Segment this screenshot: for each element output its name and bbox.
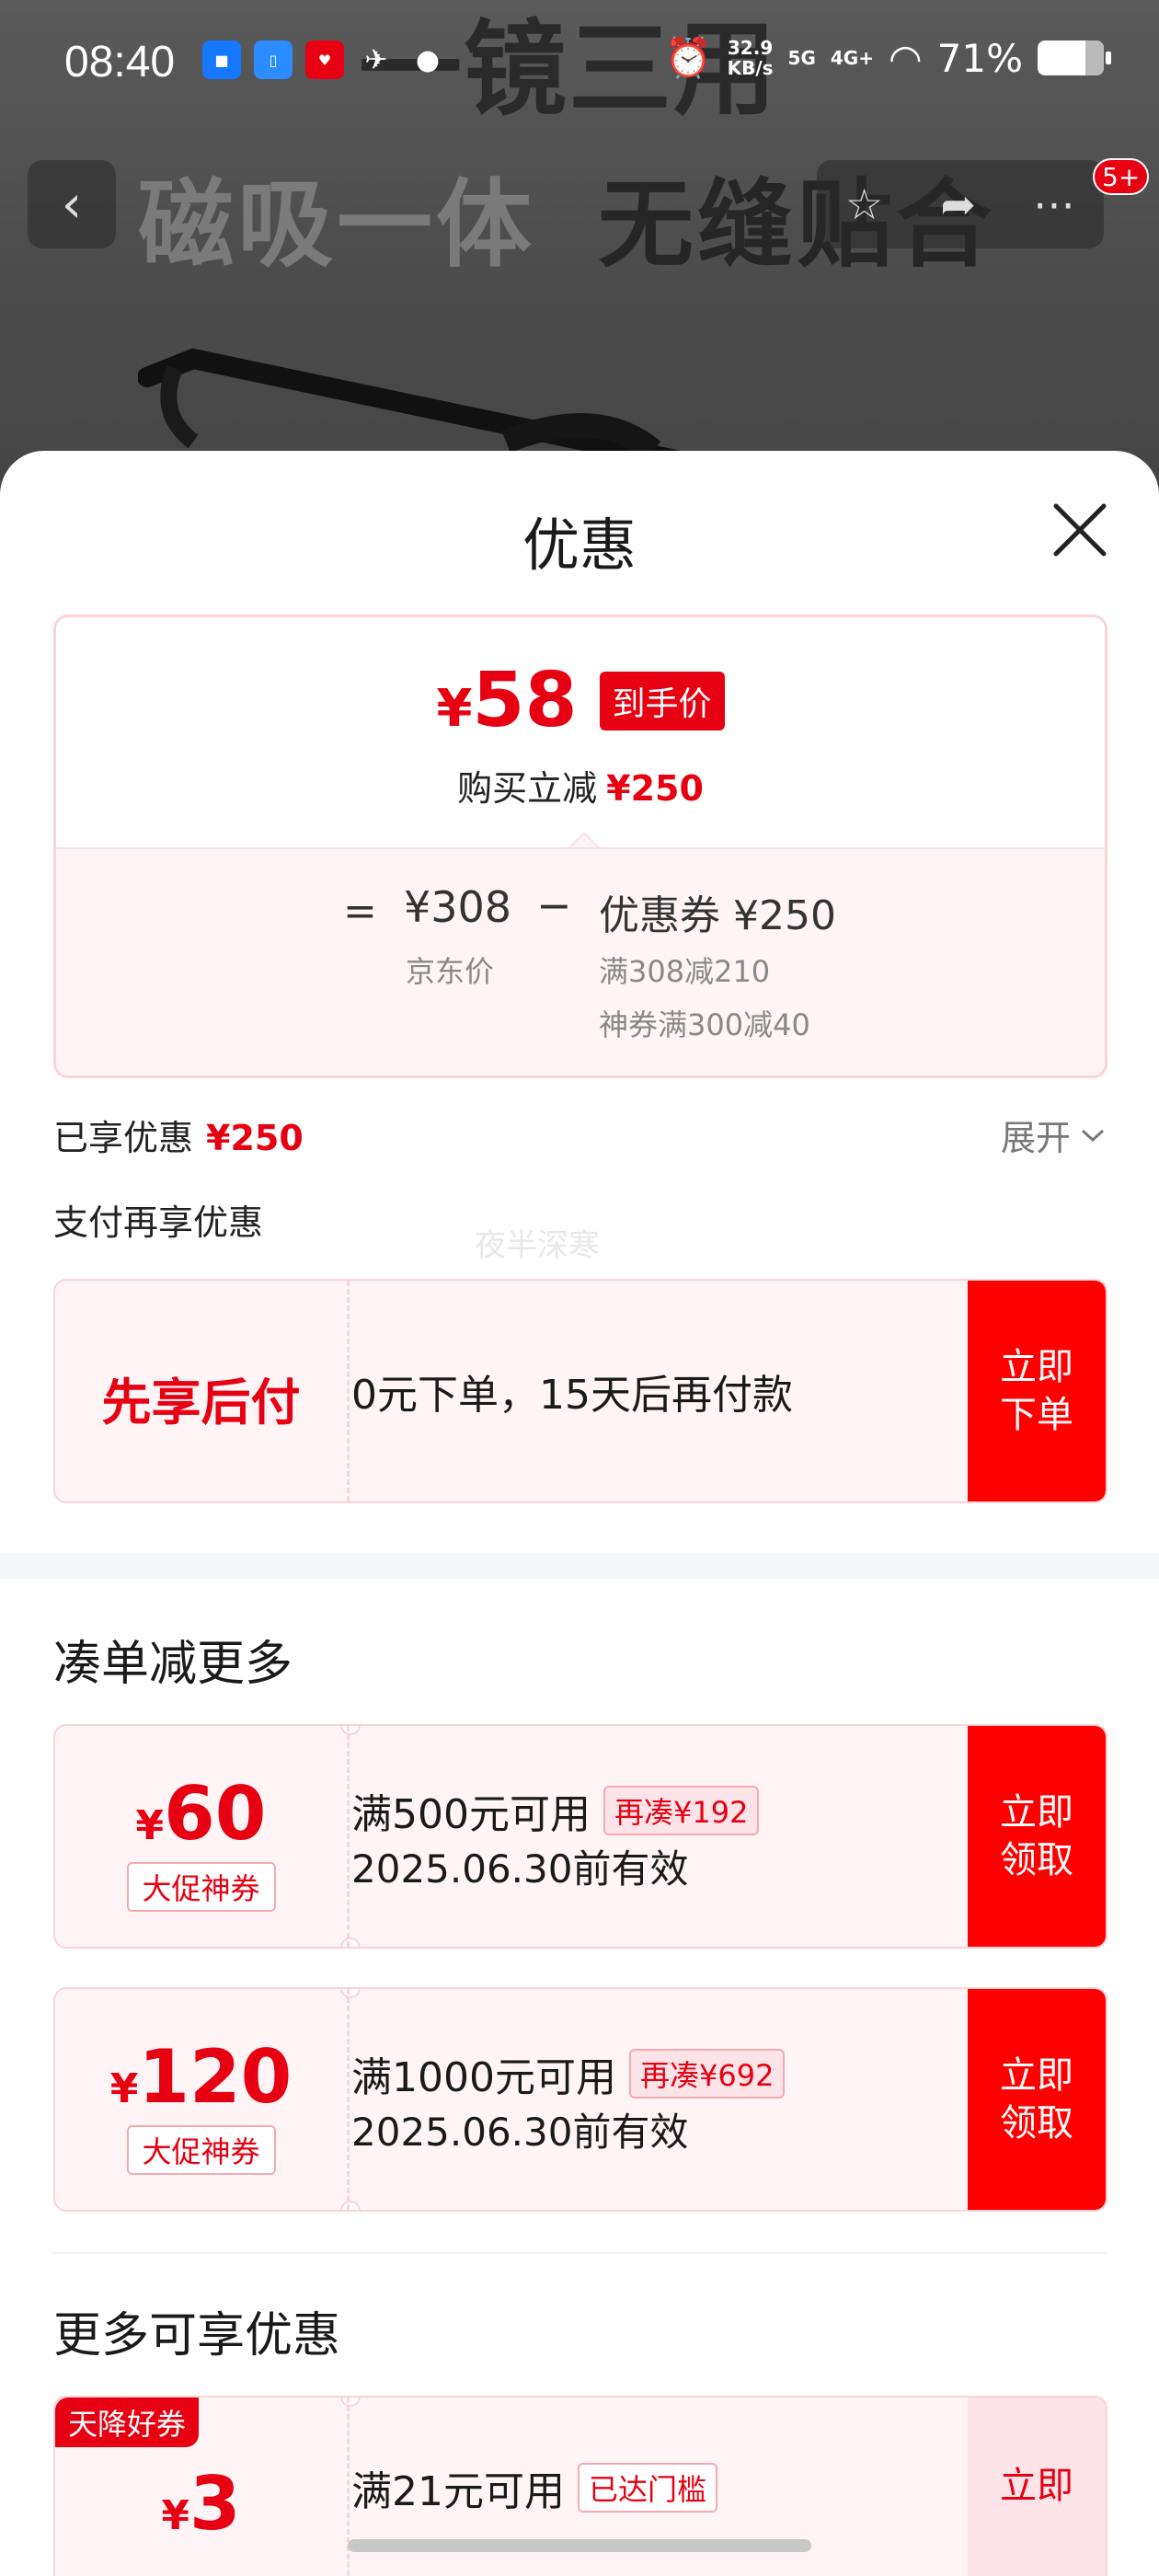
coupon-type: 大促神券 [126,1862,276,1912]
order-now-button[interactable]: 立即下单 [968,1281,1106,1501]
instant-saving: 购买立减 ¥250 [457,768,704,809]
signal-4g-icon: 4G+ [830,47,874,69]
net-speed: 32.9 KB/s [727,37,774,79]
close-icon [1053,503,1107,557]
alarm-icon: ⏰ [664,35,713,80]
bnpl-description: 0元下单，15天后再付款 [351,1372,793,1419]
battery-icon [1038,40,1111,75]
discount-sheet: 优惠 ¥58 到手价 购买立减 ¥250 = ¥308 京东价 − 优惠券 ¥25… [0,451,1159,2576]
section-divider [0,1553,1159,1579]
pay-more-heading: 支付再享优惠 [53,1202,264,1243]
final-price-tag: 到手价 [599,672,725,730]
gift-app-icon: ♥ [305,40,344,79]
threshold-reached-tag: 已达门槛 [578,2463,718,2513]
coupon-amount: ¥3 [161,2461,241,2547]
close-button[interactable] [1049,499,1111,561]
wechat-icon: ● [415,43,441,76]
claim-coupon-button[interactable]: 立即 [968,2398,1106,2576]
claim-coupon-button[interactable]: 立即领取 [968,1726,1106,1947]
coupon-card: ¥120 大促神券 满1000元可用 再凑¥692 2025.06.30前有效 … [53,1987,1107,2212]
divider-line [53,2252,1107,2254]
cart-badge: 5+ [1093,158,1150,195]
phone-app-icon: ▯ [254,40,293,79]
section-heading: 更多可享优惠 [53,2308,341,2363]
more-icon[interactable]: ⋯ [1033,179,1075,229]
watermark: 夜半深寒 [475,1227,600,1264]
bird-app-icon: ✈ [364,43,388,76]
coupon-validity: 2025.06.30前有效 [351,2110,689,2155]
bnpl-card: 先享后付 0元下单，15天后再付款 立即下单 [53,1279,1107,1503]
final-price: ¥58 到手价 [56,663,1105,739]
coupon-condition: 满1000元可用 再凑¥692 [351,2044,786,2103]
product-hero-image: 一镜三用 磁吸一体 无缝贴合 08:40 ■ ▯ ♥ ✈ ● ⏰ 32.9 KB… [0,0,1159,515]
coupon-gap-tag: 再凑¥692 [628,2049,786,2099]
coupon-total: 优惠券 ¥250 [599,892,836,939]
coupon-card: ¥60 大促神券 满500元可用 再凑¥192 2025.06.30前有效 立即… [53,1724,1107,1949]
coupon-gap-tag: 再凑¥192 [602,1786,760,1835]
coupon-ribbon: 天降好券 [55,2398,200,2447]
back-button[interactable]: ‹ [28,160,116,248]
expand-toggle[interactable]: 展开 [1001,1110,1106,1160]
favorite-icon[interactable]: ☆ [845,179,883,229]
price-breakdown-card: ¥58 到手价 购买立减 ¥250 = ¥308 京东价 − 优惠券 ¥250 满… [53,615,1107,1078]
jd-price: ¥308 [404,882,512,932]
wifi-icon: ◠ [888,35,923,81]
coupon-rule: 神券满300减40 [599,1007,810,1042]
share-icon[interactable]: ➦ [940,179,976,229]
minus-sign: − [536,880,572,930]
status-bar: 08:40 ■ ▯ ♥ ✈ ● ⏰ 32.9 KB/s 5G 4G+ ◠ 71% [0,0,1159,129]
pay-app-icon: ■ [202,40,241,79]
nav-action-group: ☆ ➦ ⋯ [817,160,1104,248]
coupon-type: 大促神券 [126,2125,276,2175]
signal-5g-icon: 5G [787,47,816,69]
chevron-down-icon [1081,1129,1105,1142]
coupon-amount: ¥120 [109,2034,293,2120]
bnpl-title: 先享后付 [101,1374,301,1432]
section-heading: 凑单减更多 [53,1637,293,1692]
coupon-condition: 满21元可用 已达门槛 [351,2458,718,2517]
hero-sub-light: 磁吸一体 [138,168,536,281]
coupon-amount: ¥60 [135,1771,267,1857]
battery-text: 71% [936,35,1023,81]
coupon-condition: 满500元可用 再凑¥192 [351,1781,760,1840]
coupon-rule: 满308减210 [599,954,771,989]
sheet-title: 优惠 [522,512,637,579]
final-price-value: 58 [472,657,578,744]
coupon-validity: 2025.06.30前有效 [351,1846,689,1892]
enjoyed-discount: 已享优惠 ¥250 [53,1118,304,1158]
equals-sign: = [343,888,377,935]
status-time: 08:40 [64,38,176,86]
home-indicator[interactable] [348,2539,811,2552]
claim-coupon-button[interactable]: 立即领取 [968,1989,1106,2210]
jd-price-label: 京东价 [406,954,495,989]
